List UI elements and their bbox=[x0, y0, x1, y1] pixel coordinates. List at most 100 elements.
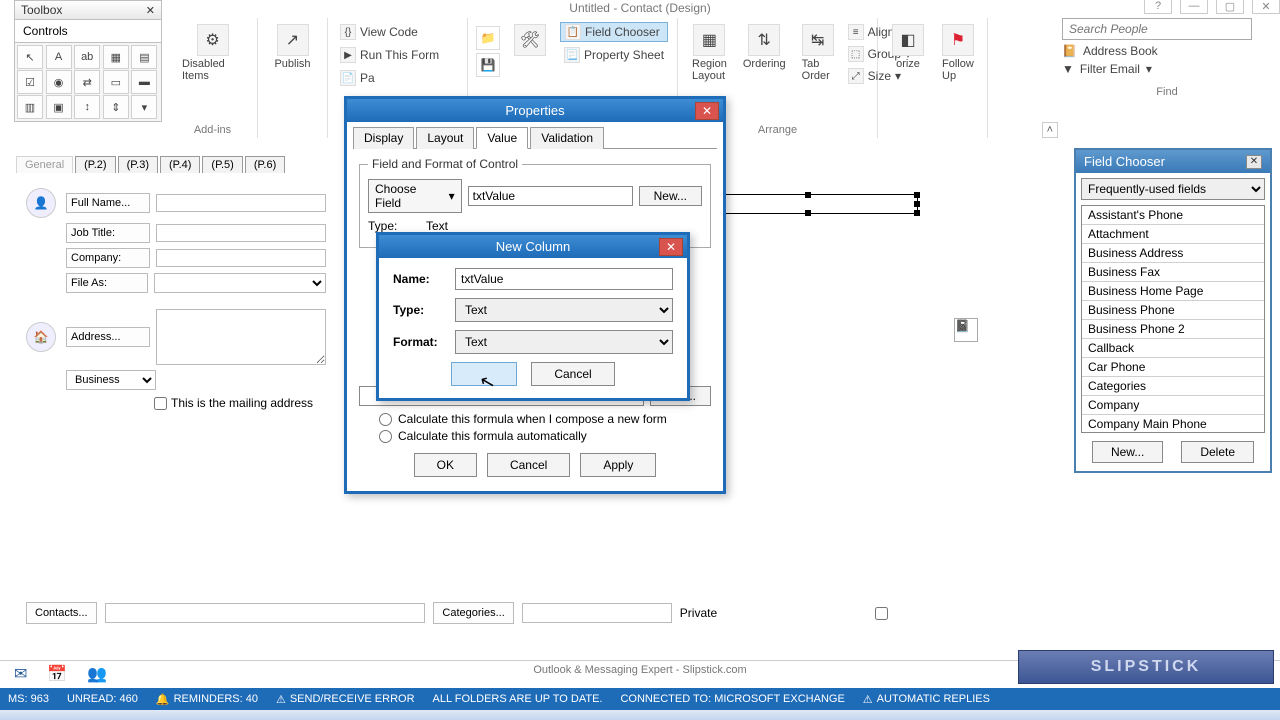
folder-icon[interactable]: 📁 bbox=[476, 26, 500, 50]
textbox-icon[interactable]: ab bbox=[74, 45, 100, 69]
filter-email-button[interactable]: ▼Filter Email▾ bbox=[1062, 62, 1272, 76]
pointer-icon[interactable]: ↖ bbox=[17, 45, 43, 69]
column-name-input[interactable] bbox=[455, 268, 673, 290]
full-name-input[interactable] bbox=[156, 194, 326, 212]
newcol-ok-button[interactable] bbox=[451, 362, 517, 386]
label-icon[interactable]: A bbox=[46, 45, 72, 69]
new-column-close-icon[interactable]: ✕ bbox=[659, 238, 683, 256]
address-book-button[interactable]: 📔Address Book bbox=[1062, 44, 1272, 58]
tab-layout[interactable]: Layout bbox=[416, 127, 474, 149]
column-type-select[interactable]: Text bbox=[455, 298, 673, 322]
list-item[interactable]: Assistant's Phone bbox=[1082, 206, 1264, 225]
new-field-button[interactable]: New... bbox=[639, 186, 702, 206]
field-new-button[interactable]: New... bbox=[1092, 441, 1163, 463]
list-item[interactable]: Car Phone bbox=[1082, 358, 1264, 377]
image-icon[interactable]: ▾ bbox=[131, 95, 157, 119]
field-list[interactable]: Assistant's Phone Attachment Business Ad… bbox=[1081, 205, 1265, 433]
field-name-input[interactable] bbox=[468, 186, 633, 206]
save-icon[interactable]: 💾 bbox=[476, 53, 500, 77]
close-icon[interactable]: ✕ bbox=[1252, 0, 1280, 14]
contacts-input[interactable] bbox=[105, 603, 426, 623]
page-button[interactable]: 📄Pa bbox=[336, 68, 459, 88]
view-code-button[interactable]: {}View Code bbox=[336, 22, 459, 42]
choose-field-dropdown[interactable]: Choose Field ▾ bbox=[368, 179, 462, 213]
ok-button[interactable]: OK bbox=[414, 453, 477, 477]
list-item[interactable]: Callback bbox=[1082, 339, 1264, 358]
cancel-button[interactable]: Cancel bbox=[487, 453, 570, 477]
maximize-icon[interactable]: ▢ bbox=[1216, 0, 1244, 14]
column-format-select[interactable]: Text bbox=[455, 330, 673, 354]
spin-icon[interactable]: ⇕ bbox=[103, 95, 129, 119]
multipage-icon[interactable]: ▣ bbox=[46, 95, 72, 119]
scrollbar-icon[interactable]: ↕ bbox=[74, 95, 100, 119]
run-form-button[interactable]: ▶Run This Form bbox=[336, 45, 459, 65]
tab-p3[interactable]: (P.3) bbox=[118, 156, 158, 173]
toolbox-close-icon[interactable]: ✕ bbox=[146, 4, 155, 17]
ribbon-collapse-icon[interactable]: ˄ bbox=[1042, 122, 1058, 138]
tab-display[interactable]: Display bbox=[353, 127, 414, 149]
frame-icon[interactable]: ▭ bbox=[103, 70, 129, 94]
tab-order-button[interactable]: ↹Tab Order bbox=[796, 22, 840, 86]
address-input[interactable] bbox=[156, 309, 326, 365]
ordering-button[interactable]: ⇅Ordering bbox=[737, 22, 792, 86]
notes-icon[interactable]: 📓 bbox=[954, 318, 978, 342]
minimize-icon[interactable]: — bbox=[1180, 0, 1208, 14]
tab-p4[interactable]: (P.4) bbox=[160, 156, 200, 173]
combo-icon[interactable]: ▦ bbox=[103, 45, 129, 69]
checkbox-icon[interactable]: ☑ bbox=[17, 70, 43, 94]
list-item[interactable]: Attachment bbox=[1082, 225, 1264, 244]
publish-button[interactable]: ↗Publish bbox=[266, 22, 319, 72]
private-checkbox[interactable] bbox=[725, 607, 1038, 620]
window-titlebar: Untitled - Contact (Design) ? — ▢ ✕ bbox=[0, 0, 1280, 16]
search-people-input[interactable] bbox=[1062, 18, 1252, 40]
status-connected: CONNECTED TO: MICROSOFT EXCHANGE bbox=[620, 693, 844, 705]
tabstrip-icon[interactable]: ▥ bbox=[17, 95, 43, 119]
job-title-input[interactable] bbox=[156, 224, 326, 242]
tab-p2[interactable]: (P.2) bbox=[75, 156, 115, 173]
list-item[interactable]: Company bbox=[1082, 396, 1264, 415]
list-item[interactable]: Business Phone 2 bbox=[1082, 320, 1264, 339]
field-chooser-title: Field Chooser bbox=[1084, 154, 1165, 169]
list-item[interactable]: Company Main Phone bbox=[1082, 415, 1264, 433]
field-category-select[interactable]: Frequently-used fields bbox=[1081, 178, 1265, 200]
selected-textbox-control[interactable] bbox=[698, 194, 918, 214]
properties-close-icon[interactable]: ✕ bbox=[695, 102, 719, 120]
tab-general[interactable]: General bbox=[16, 156, 73, 173]
categorize-button[interactable]: ◧orize bbox=[886, 22, 930, 84]
field-chooser-close-icon[interactable]: ✕ bbox=[1246, 155, 1262, 169]
list-item[interactable]: Business Fax bbox=[1082, 263, 1264, 282]
calc-auto-radio[interactable] bbox=[379, 430, 392, 443]
list-item[interactable]: Business Home Page bbox=[1082, 282, 1264, 301]
property-sheet-button[interactable]: 📃Property Sheet bbox=[560, 45, 668, 65]
categories-input[interactable] bbox=[522, 603, 672, 623]
field-delete-button[interactable]: Delete bbox=[1181, 441, 1254, 463]
address-type-select[interactable]: Business bbox=[66, 370, 156, 390]
file-as-select[interactable] bbox=[154, 273, 326, 293]
tab-p5[interactable]: (P.5) bbox=[202, 156, 242, 173]
apply-button[interactable]: Apply bbox=[580, 453, 656, 477]
cmd-icon[interactable]: ▬ bbox=[131, 70, 157, 94]
list-item[interactable]: Business Address bbox=[1082, 244, 1264, 263]
disabled-items-button[interactable]: ⚙Disabled Items bbox=[176, 22, 249, 84]
tab-value[interactable]: Value bbox=[476, 127, 528, 149]
tools-button[interactable]: 🛠 bbox=[508, 22, 552, 77]
address-button[interactable]: Address... bbox=[66, 327, 150, 347]
region-layout-button[interactable]: ▦Region Layout bbox=[686, 22, 733, 86]
company-input[interactable] bbox=[156, 249, 326, 267]
tab-validation[interactable]: Validation bbox=[530, 127, 604, 149]
tab-p6[interactable]: (P.6) bbox=[245, 156, 285, 173]
mailing-checkbox[interactable] bbox=[154, 397, 167, 410]
list-icon[interactable]: ▤ bbox=[131, 45, 157, 69]
contacts-button[interactable]: Contacts... bbox=[26, 602, 97, 624]
calc-compose-radio[interactable] bbox=[379, 413, 392, 426]
option-icon[interactable]: ◉ bbox=[46, 70, 72, 94]
help-icon[interactable]: ? bbox=[1144, 0, 1172, 14]
toggle-icon[interactable]: ⇄ bbox=[74, 70, 100, 94]
followup-button[interactable]: ⚑Follow Up bbox=[936, 22, 980, 84]
field-chooser-button[interactable]: 📋Field Chooser bbox=[560, 22, 668, 42]
list-item[interactable]: Business Phone bbox=[1082, 301, 1264, 320]
full-name-button[interactable]: Full Name... bbox=[66, 193, 150, 213]
categories-button[interactable]: Categories... bbox=[433, 602, 513, 624]
list-item[interactable]: Categories bbox=[1082, 377, 1264, 396]
newcol-cancel-button[interactable]: Cancel bbox=[531, 362, 614, 386]
